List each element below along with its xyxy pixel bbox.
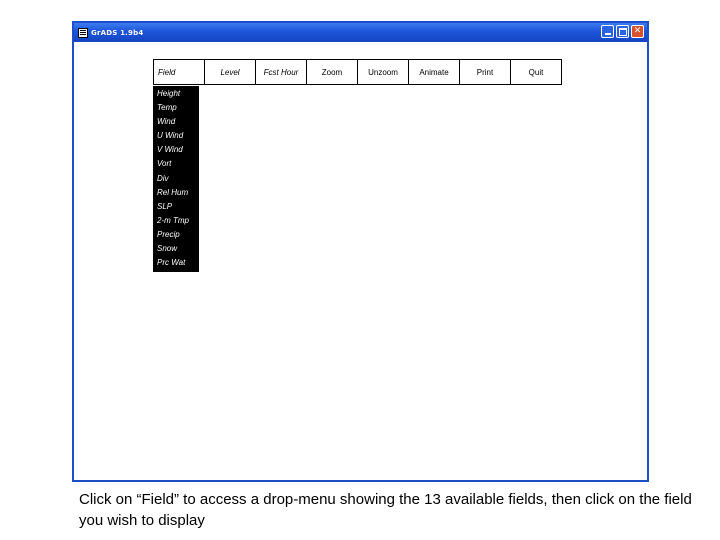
close-icon[interactable]: ✕ — [631, 25, 644, 38]
window-title: GrADS 1.9b4 — [91, 28, 144, 37]
field-item-2m-tmp[interactable]: 2-m Tmp — [153, 214, 199, 228]
field-item-precip[interactable]: Precip — [153, 228, 199, 242]
window-controls: ✕ — [601, 25, 644, 38]
minimize-icon[interactable] — [601, 25, 614, 38]
menu-level[interactable]: Level — [204, 59, 256, 85]
menu-animate[interactable]: Animate — [408, 59, 460, 85]
field-item-wind[interactable]: Wind — [153, 115, 199, 129]
field-item-temp[interactable]: Temp — [153, 101, 199, 115]
slide-caption: Click on “Field” to access a drop-menu s… — [79, 491, 692, 529]
field-dropdown-menu: Height Temp Wind U Wind V Wind Vort Div … — [153, 86, 199, 273]
grads-app-icon[interactable] — [78, 27, 88, 38]
field-item-snow[interactable]: Snow — [153, 242, 199, 256]
menu-field[interactable]: Field — [153, 59, 205, 85]
title-bar[interactable]: GrADS 1.9b4 ✕ — [74, 23, 647, 42]
field-item-rel-hum[interactable]: Rel Hum — [153, 186, 199, 200]
menu-bar: Field Level Fcst Hour Zoom Unzoom Animat… — [153, 59, 562, 85]
field-item-vort[interactable]: Vort — [153, 157, 199, 171]
graphics-canvas[interactable]: Field Level Fcst Hour Zoom Unzoom Animat… — [74, 42, 647, 480]
menu-quit[interactable]: Quit — [510, 59, 562, 85]
menu-zoom[interactable]: Zoom — [306, 59, 358, 85]
field-item-height[interactable]: Height — [153, 87, 199, 101]
grads-window: GrADS 1.9b4 ✕ Field Level Fcst Hour Zoom… — [72, 21, 649, 482]
field-item-slp[interactable]: SLP — [153, 200, 199, 214]
menu-unzoom[interactable]: Unzoom — [357, 59, 409, 85]
field-item-u-wind[interactable]: U Wind — [153, 129, 199, 143]
menu-fcst-hour[interactable]: Fcst Hour — [255, 59, 307, 85]
maximize-icon[interactable] — [616, 25, 629, 38]
field-item-v-wind[interactable]: V Wind — [153, 143, 199, 157]
menu-print[interactable]: Print — [459, 59, 511, 85]
field-item-div[interactable]: Div — [153, 172, 199, 186]
field-item-prc-wat[interactable]: Prc Wat — [153, 256, 199, 270]
